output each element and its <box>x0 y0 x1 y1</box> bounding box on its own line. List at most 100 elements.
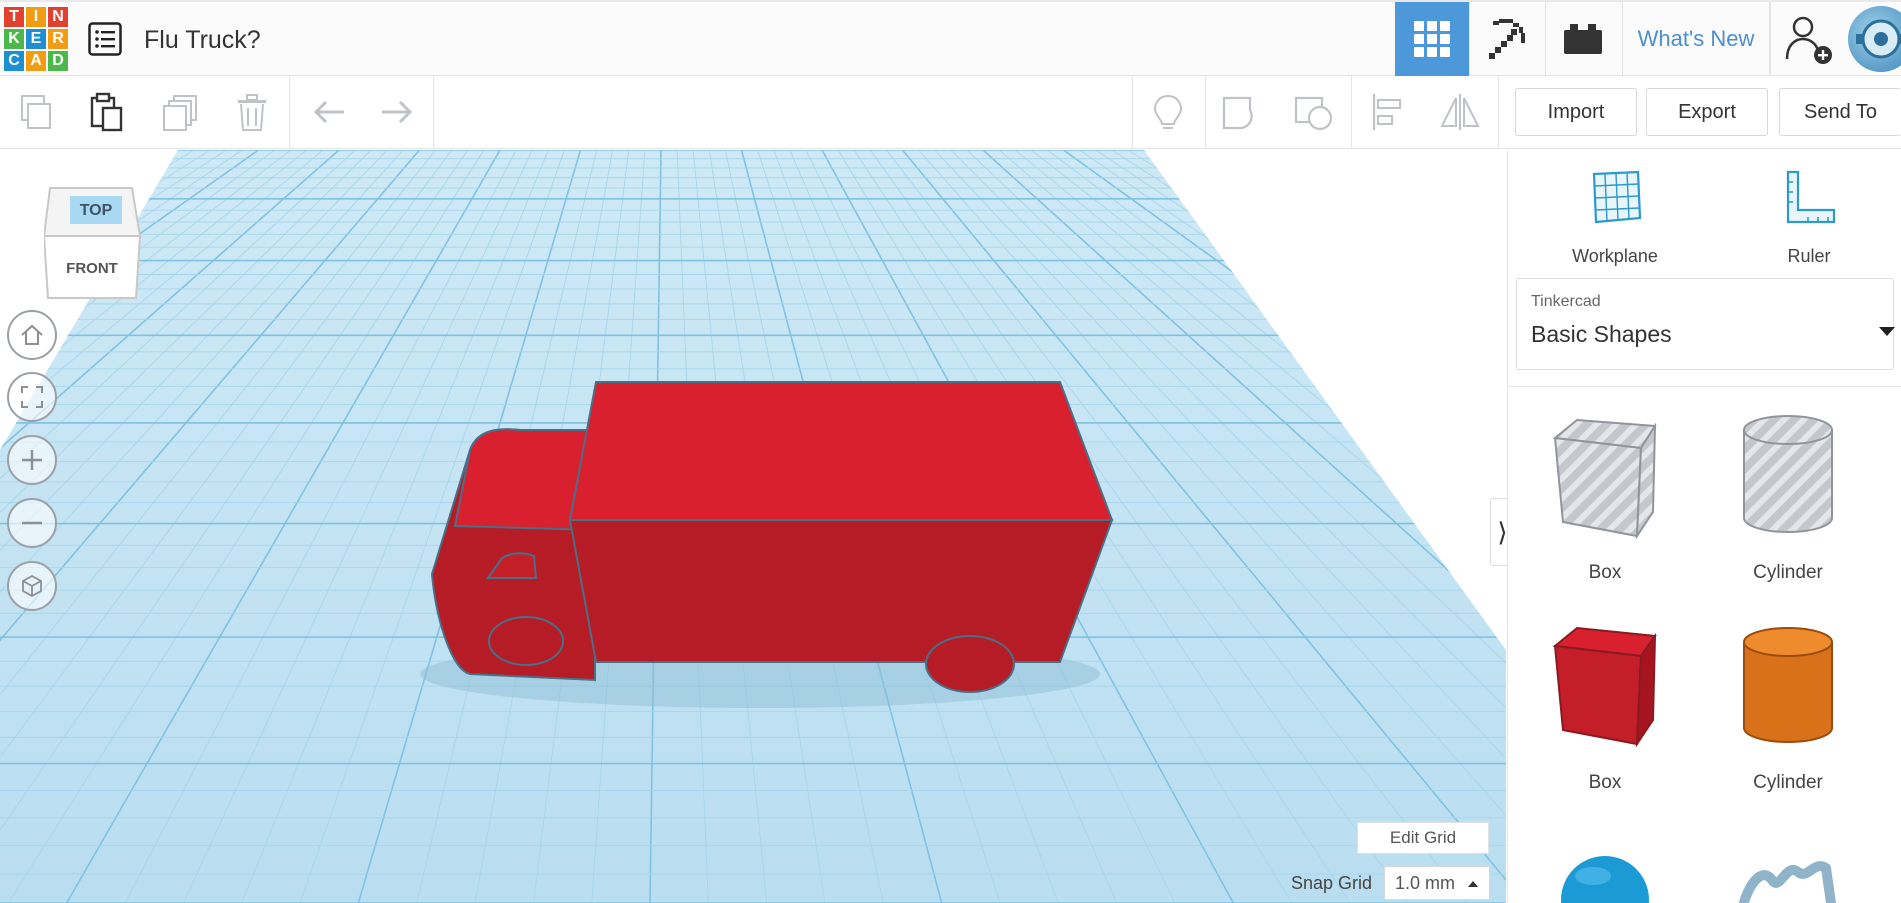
shape-label: Box <box>1588 772 1622 793</box>
zoom-in-button[interactable] <box>7 435 57 485</box>
cylinder-hole-icon <box>1743 415 1833 533</box>
shape-box-hole[interactable]: Box <box>1525 412 1685 602</box>
view-cube-front-label[interactable]: FRONT <box>44 260 140 277</box>
snap-grid-select[interactable]: 1.0 mm <box>1384 866 1490 900</box>
add-user-icon <box>1785 16 1832 64</box>
shape-cylinder-hole[interactable]: Cylinder <box>1708 412 1868 602</box>
paste-button[interactable] <box>82 88 130 136</box>
top-header: T I N K E R C A D Flu Truck? What's New <box>0 0 1901 76</box>
invite-user-button[interactable] <box>1770 2 1846 76</box>
chevron-down-icon <box>1879 327 1895 336</box>
3d-workspace[interactable]: TOP FRONT Edit Grid Snap Grid 1.0 mm <box>0 150 1506 903</box>
toolbar-separator <box>433 76 434 149</box>
redo-icon <box>382 100 413 124</box>
workplane-grid[interactable] <box>0 150 1506 903</box>
logo-letter: K <box>3 28 25 50</box>
lightbulb-icon <box>1153 94 1183 129</box>
edit-toolbar: Import Export Send To <box>0 76 1901 149</box>
whats-new-link[interactable]: What's New <box>1622 2 1770 76</box>
edit-grid-button[interactable]: Edit Grid <box>1357 822 1489 854</box>
shape-label: Cylinder <box>1753 562 1823 583</box>
logo-letter: D <box>47 50 69 72</box>
cargo-top[interactable] <box>568 381 1114 521</box>
shape-sphere[interactable] <box>1525 850 1685 903</box>
robot-avatar-icon <box>1856 19 1901 59</box>
shape-cylinder-solid[interactable]: Cylinder <box>1708 622 1868 812</box>
3d-design-view-button[interactable] <box>1395 2 1469 76</box>
shape-label: Cylinder <box>1753 772 1823 793</box>
minus-icon <box>22 521 42 525</box>
shape-library-selected: Basic Shapes <box>1531 321 1672 347</box>
logo-letter: R <box>47 28 69 50</box>
align-button[interactable] <box>1364 88 1412 136</box>
workplane-icon <box>1592 170 1642 224</box>
tinkercad-logo[interactable]: T I N K E R C A D <box>3 6 69 72</box>
design-title[interactable]: Flu Truck? <box>144 26 261 55</box>
home-view-button[interactable] <box>7 310 57 360</box>
fit-icon <box>21 386 43 408</box>
snap-grid-value: 1.0 mm <box>1395 872 1456 893</box>
shape-box-solid[interactable]: Box <box>1525 622 1685 812</box>
logo-letter: I <box>25 6 47 28</box>
caret-up-icon <box>1468 881 1478 887</box>
ungroup-icon <box>1294 96 1333 131</box>
snap-grid-label: Snap Grid <box>1291 873 1373 893</box>
logo-letter: E <box>25 28 47 50</box>
toolbar-separator <box>1132 76 1133 149</box>
scribble-icon <box>1738 861 1837 903</box>
ungroup-button[interactable] <box>1290 88 1338 136</box>
rear-wheel[interactable] <box>925 635 1015 693</box>
toolbar-separator <box>1351 76 1352 149</box>
bricks-mode-button[interactable] <box>1545 2 1619 76</box>
home-icon <box>21 324 43 345</box>
group-icon <box>1222 96 1253 130</box>
ruler-tool[interactable]: Ruler <box>1744 164 1874 266</box>
list-icon <box>88 22 122 56</box>
box-solid-icon <box>1552 626 1657 748</box>
toolbar-separator <box>1205 76 1206 149</box>
view-cube[interactable]: TOP FRONT <box>42 184 144 302</box>
trash-icon <box>238 94 266 131</box>
grid-icon <box>1414 21 1450 57</box>
duplicate-button[interactable] <box>156 88 204 136</box>
brick-icon <box>1563 24 1602 54</box>
delete-button[interactable] <box>228 88 276 136</box>
view-cube-top-label[interactable]: TOP <box>70 202 122 220</box>
duplicate-icon <box>163 95 197 131</box>
workplane-tool[interactable]: Workplane <box>1550 164 1680 266</box>
truck-model[interactable] <box>420 381 1114 708</box>
sphere-icon <box>1561 856 1649 903</box>
undo-button[interactable] <box>304 88 352 136</box>
notes-button[interactable] <box>1144 88 1192 136</box>
front-wheel[interactable] <box>488 616 564 666</box>
mirror-button[interactable] <box>1436 88 1484 136</box>
tinkercad-editor: T I N K E R C A D Flu Truck? What's New … <box>0 0 1901 903</box>
pickaxe-icon <box>1488 19 1525 59</box>
redo-button[interactable] <box>374 88 422 136</box>
undo-icon <box>313 100 344 124</box>
shape-library-category: Tinkercad <box>1531 293 1601 310</box>
shape-scribble[interactable] <box>1708 850 1868 903</box>
perspective-button[interactable] <box>7 561 57 611</box>
copy-button[interactable] <box>12 88 60 136</box>
cargo-side[interactable] <box>568 519 1114 663</box>
design-list-button[interactable] <box>88 22 122 56</box>
panel-divider <box>1508 386 1901 387</box>
shapes-panel: Workplane Ruler Tinkercad Basic Shapes B… <box>1507 150 1901 903</box>
import-button[interactable]: Import <box>1515 88 1637 136</box>
send-to-button[interactable]: Send To <box>1779 88 1901 136</box>
shape-label: Box <box>1588 562 1622 583</box>
group-button[interactable] <box>1218 88 1266 136</box>
user-avatar[interactable] <box>1848 6 1901 72</box>
blocks-mode-button[interactable] <box>1469 2 1543 76</box>
toolbar-separator <box>1498 76 1499 149</box>
ruler-icon <box>1786 170 1836 224</box>
fit-view-button[interactable] <box>7 372 57 422</box>
paste-icon <box>90 92 123 132</box>
logo-letter: T <box>3 6 25 28</box>
zoom-out-button[interactable] <box>7 498 57 548</box>
export-button[interactable]: Export <box>1646 88 1768 136</box>
ruler-label: Ruler <box>1787 246 1831 266</box>
cube-icon <box>22 574 42 598</box>
shape-library-dropdown[interactable]: Tinkercad Basic Shapes <box>1516 278 1895 370</box>
